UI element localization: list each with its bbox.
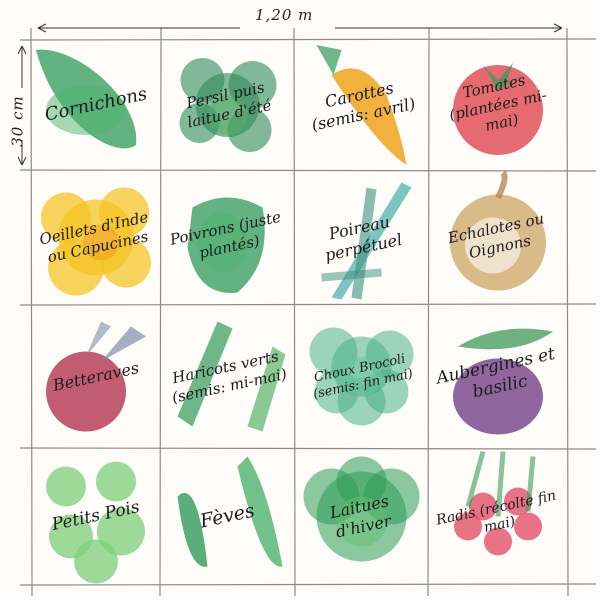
plot-paint-laitues: [303, 456, 420, 562]
grid-horizontal-line: [19, 303, 597, 306]
grid-vertical-line: [427, 27, 430, 597]
width-dimension-label: 1,20 m: [255, 6, 314, 24]
plot-paint-poireau: [321, 182, 412, 300]
grid-vertical-line: [293, 27, 296, 597]
plot-paint-carottes: [316, 45, 407, 165]
plot-paint-persil: [179, 58, 277, 152]
plot-paint-haricots: [177, 321, 286, 432]
plot-paint-cornichons: [36, 49, 137, 149]
plot-paint-choux: [309, 327, 414, 426]
grid-vertical-line: [30, 27, 33, 597]
height-dimension-label: 30 cm: [8, 95, 27, 147]
plot-paint-oeillets: [41, 187, 151, 296]
garden-plan: [17, 23, 597, 597]
grid-horizontal-line: [19, 447, 597, 450]
plot-paint-tomates: [453, 63, 543, 155]
plot-paint-petits-pois: [46, 461, 145, 584]
grid-vertical-line: [159, 27, 162, 597]
plot-paint-betteraves: [46, 321, 146, 432]
grid-horizontal-line: [19, 169, 597, 172]
plot-paint-echalotes: [450, 170, 546, 291]
grid-vertical-line: [566, 27, 569, 597]
grid-horizontal-line: [19, 583, 597, 586]
plot-paint-feves: [177, 456, 283, 567]
plot-paint-aubergines: [453, 328, 553, 435]
grid-horizontal-line: [19, 38, 597, 41]
plot-paint-radis: [454, 450, 542, 556]
plot-paint-poivrons: [187, 197, 265, 293]
